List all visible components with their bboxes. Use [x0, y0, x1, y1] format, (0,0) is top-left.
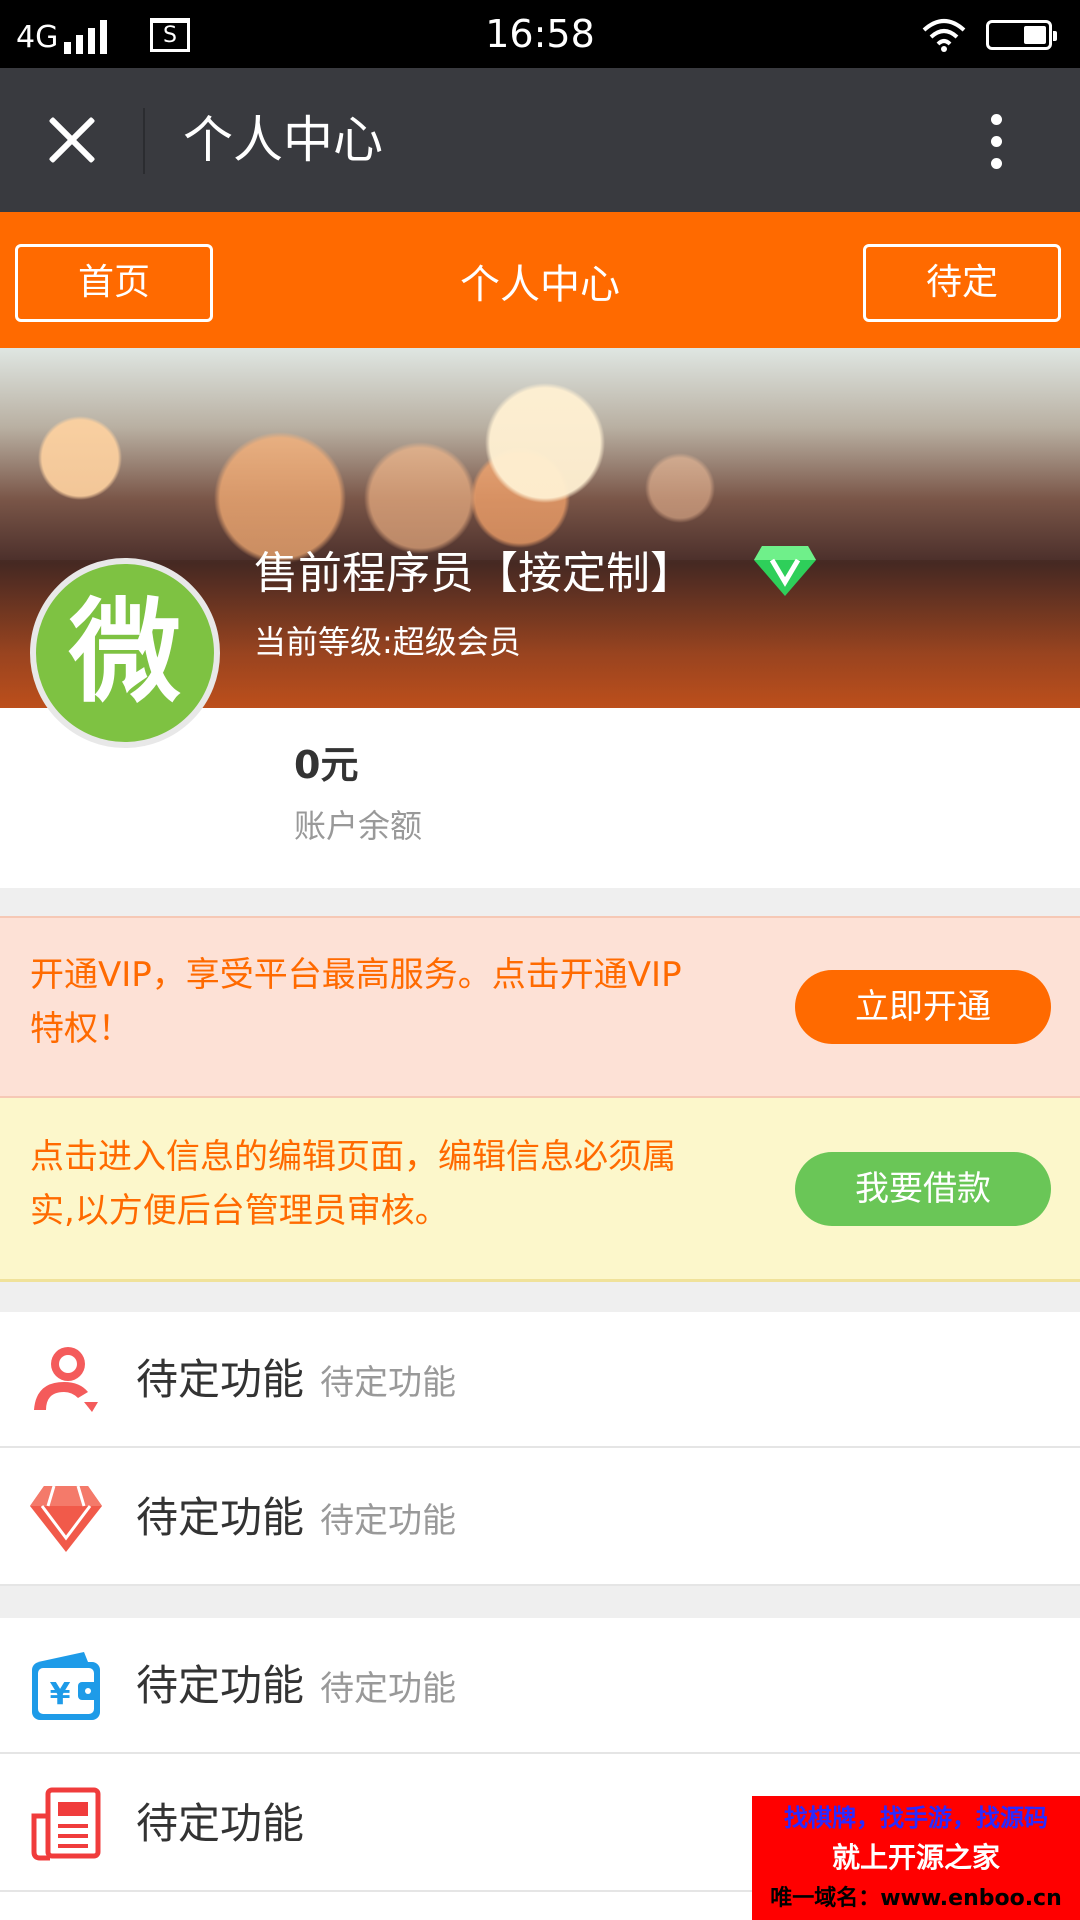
balance-label: 账户余额: [294, 807, 423, 845]
menu-item-title: 待定功能: [136, 1661, 305, 1710]
menu-item-subtitle: 待定功能: [320, 1363, 456, 1403]
close-icon[interactable]: [44, 112, 100, 168]
diamond-icon: [28, 1480, 104, 1556]
user-name: 售前程序员【接定制】: [254, 548, 694, 599]
section-divider: [0, 1282, 1080, 1312]
more-menu-icon[interactable]: [984, 110, 1010, 174]
menu-item[interactable]: 待定功能 待定功能: [0, 1450, 1080, 1586]
avatar-text: 微: [69, 588, 181, 718]
menu-item-subtitle: 待定功能: [320, 1501, 456, 1541]
menu-item-subtitle: 待定功能: [320, 1669, 456, 1709]
balance-value: 0元: [294, 743, 359, 787]
menu-item[interactable]: 待定功能 待定功能: [0, 1312, 1080, 1448]
menu-item[interactable]: ¥ 待定功能 待定功能: [0, 1618, 1080, 1754]
title-divider: [143, 108, 145, 174]
user-icon: [28, 1342, 104, 1418]
watermark-line: 找棋牌，找手游，找源码: [784, 1804, 1048, 1832]
open-vip-button[interactable]: 立即开通: [795, 970, 1051, 1044]
document-icon: [28, 1786, 104, 1862]
clock: 16:58: [485, 12, 595, 56]
watermark-line: 唯一域名：www.enboo.cn: [770, 1886, 1062, 1911]
menu-item-title: 待定功能: [136, 1355, 305, 1404]
section-divider: [0, 1586, 1080, 1618]
pending-button[interactable]: 待定: [863, 244, 1061, 322]
loan-notice-text: 点击进入信息的编辑页面，编辑信息必须属实,以方便后台管理员审核。: [30, 1137, 676, 1231]
menu-item-title: 待定功能: [136, 1493, 305, 1542]
vip-diamond-icon: [752, 542, 818, 598]
menu-item-title: 待定功能: [136, 1799, 305, 1848]
wifi-icon: [922, 18, 966, 52]
user-level: 当前等级:超级会员: [254, 623, 521, 661]
window-title-bar: [0, 68, 1080, 212]
svg-text:¥: ¥: [50, 1677, 71, 1712]
section-divider: [0, 888, 1080, 916]
vip-notice-text: 开通VIP，享受平台最高服务。点击开通VIP特权！: [30, 955, 682, 1049]
watermark-line: 就上开源之家: [831, 1841, 1000, 1874]
window-title: 个人中心: [183, 111, 383, 169]
wallet-icon: ¥: [28, 1648, 104, 1724]
borrow-button[interactable]: 我要借款: [795, 1152, 1051, 1226]
battery-icon: [986, 20, 1057, 50]
avatar[interactable]: 微: [30, 558, 220, 748]
